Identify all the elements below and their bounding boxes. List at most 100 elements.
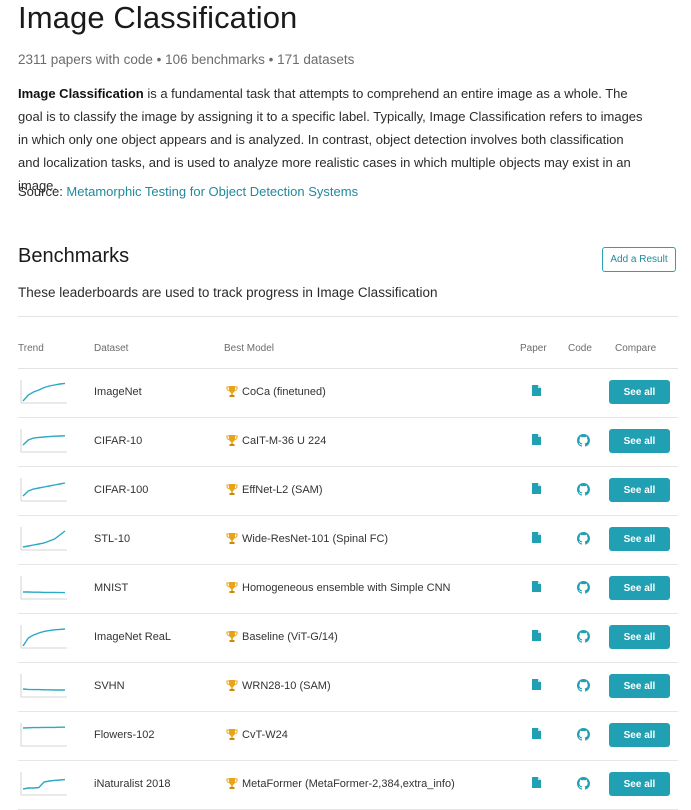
best-model-link[interactable]: CoCa (finetuned) — [242, 386, 326, 398]
dataset-link[interactable]: STL-10 — [94, 533, 130, 545]
dataset-link[interactable]: ImageNet — [94, 386, 142, 398]
trend-axes — [20, 576, 67, 600]
trophy-icon — [226, 631, 238, 642]
table-row[interactable]: CIFAR-10 CaIT-M-36 U 224 See all — [18, 418, 678, 467]
best-model-link[interactable]: EffNet-L2 (SAM) — [242, 484, 323, 496]
paper-icon[interactable] — [531, 580, 542, 593]
dataset-link[interactable]: CIFAR-100 — [94, 484, 148, 496]
github-icon[interactable] — [577, 483, 590, 496]
see-all-button[interactable]: See all — [609, 723, 670, 747]
trend-axes — [20, 772, 67, 796]
github-icon[interactable] — [577, 728, 590, 741]
table-row[interactable]: MNIST Homogeneous ensemble with Simple CN… — [18, 565, 678, 614]
trend-sparkline[interactable] — [18, 623, 68, 651]
trend-line — [22, 530, 66, 548]
trend-sparkline[interactable] — [18, 427, 68, 455]
trend-line — [22, 482, 66, 497]
trend-line — [23, 591, 65, 594]
trophy-icon — [226, 582, 238, 593]
github-icon[interactable] — [577, 630, 590, 643]
table-row[interactable]: iNaturalist 2018 MetaFormer (MetaFormer-2… — [18, 761, 678, 810]
trend-line — [22, 382, 66, 402]
section-divider — [18, 316, 678, 317]
trend-line — [22, 688, 65, 691]
table-row[interactable]: STL-10 Wide-ResNet-101 (Spinal FC) See all — [18, 516, 678, 565]
trophy-icon — [226, 680, 238, 691]
github-icon[interactable] — [577, 679, 590, 692]
see-all-button[interactable]: See all — [609, 380, 670, 404]
trend-line — [22, 628, 66, 647]
add-result-button[interactable]: Add a Result — [602, 247, 676, 272]
dataset-link[interactable]: iNaturalist 2018 — [94, 778, 170, 790]
github-icon[interactable] — [577, 581, 590, 594]
paper-icon[interactable] — [531, 433, 542, 446]
dataset-link[interactable]: CIFAR-10 — [94, 435, 142, 447]
trend-sparkline[interactable] — [18, 721, 68, 749]
dataset-link[interactable]: SVHN — [94, 680, 125, 692]
table-row[interactable]: Flowers-102 CvT-W24 See all — [18, 712, 678, 761]
task-description: Image Classification is a fundamental ta… — [18, 82, 648, 197]
trophy-icon — [226, 778, 238, 789]
column-header-code: Code — [568, 343, 592, 354]
best-model-link[interactable]: Wide-ResNet-101 (Spinal FC) — [242, 533, 388, 545]
trophy-icon — [226, 386, 238, 397]
trend-sparkline[interactable] — [18, 672, 68, 700]
table-row[interactable]: CIFAR-100 EffNet-L2 (SAM) See all — [18, 467, 678, 516]
dataset-link[interactable]: MNIST — [94, 582, 128, 594]
see-all-button[interactable]: See all — [609, 772, 670, 796]
best-model-link[interactable]: CaIT-M-36 U 224 — [242, 435, 326, 447]
trend-sparkline[interactable] — [18, 476, 68, 504]
best-model-link[interactable]: CvT-W24 — [242, 729, 288, 741]
see-all-button[interactable]: See all — [609, 625, 670, 649]
paper-icon[interactable] — [531, 384, 542, 397]
paper-icon[interactable] — [531, 531, 542, 544]
trophy-icon — [226, 729, 238, 740]
benchmarks-table: Trend Dataset Best Model Paper Code Comp… — [18, 341, 678, 810]
best-model-link[interactable]: MetaFormer (MetaFormer-2,384,extra_info) — [242, 778, 455, 790]
source-link[interactable]: Metamorphic Testing for Object Detection… — [66, 184, 358, 199]
task-page: Image Classification 2311 papers with co… — [0, 0, 691, 810]
trophy-icon — [226, 435, 238, 446]
paper-icon[interactable] — [531, 776, 542, 789]
task-stats: 2311 papers with code • 106 benchmarks •… — [18, 52, 355, 67]
benchmarks-subtitle: These leaderboards are used to track pro… — [18, 285, 438, 300]
column-header-paper: Paper — [520, 343, 547, 354]
trend-sparkline[interactable] — [18, 770, 68, 798]
paper-icon[interactable] — [531, 678, 542, 691]
table-body: ImageNet CoCa (finetuned) See all CIFAR-10 C… — [18, 369, 678, 810]
paper-icon[interactable] — [531, 727, 542, 740]
trend-sparkline[interactable] — [18, 378, 68, 406]
trend-axes — [20, 478, 67, 502]
trend-axes — [20, 723, 67, 747]
table-row[interactable]: ImageNet ReaL Baseline (ViT-G/14) See all — [18, 614, 678, 663]
table-row[interactable]: SVHN WRN28-10 (SAM) See all — [18, 663, 678, 712]
see-all-button[interactable]: See all — [609, 576, 670, 600]
trend-axes — [20, 625, 67, 649]
github-icon[interactable] — [577, 777, 590, 790]
github-icon[interactable] — [577, 532, 590, 545]
best-model-link[interactable]: Baseline (ViT-G/14) — [242, 631, 338, 643]
see-all-button[interactable]: See all — [609, 429, 670, 453]
source-label: Source: — [18, 184, 67, 199]
see-all-button[interactable]: See all — [609, 674, 670, 698]
description-task-name: Image Classification — [18, 86, 144, 101]
see-all-button[interactable]: See all — [609, 478, 670, 502]
paper-icon[interactable] — [531, 629, 542, 642]
table-row[interactable]: ImageNet CoCa (finetuned) See all — [18, 369, 678, 418]
page-title: Image Classification — [18, 0, 298, 35]
trend-line — [22, 778, 66, 790]
see-all-button[interactable]: See all — [609, 527, 670, 551]
dataset-link[interactable]: Flowers-102 — [94, 729, 155, 741]
trend-sparkline[interactable] — [18, 574, 68, 602]
best-model-link[interactable]: WRN28-10 (SAM) — [242, 680, 331, 692]
paper-icon[interactable] — [531, 482, 542, 495]
dataset-link[interactable]: ImageNet ReaL — [94, 631, 171, 643]
column-header-compare: Compare — [615, 343, 657, 354]
column-header-dataset: Dataset — [94, 343, 129, 354]
best-model-link[interactable]: Homogeneous ensemble with Simple CNN — [242, 582, 450, 594]
description-text: is a fundamental task that attempts to c… — [18, 86, 643, 193]
trend-sparkline[interactable] — [18, 525, 68, 553]
trophy-icon — [226, 533, 238, 544]
github-icon[interactable] — [577, 434, 590, 447]
column-header-best-model: Best Model — [224, 343, 275, 354]
